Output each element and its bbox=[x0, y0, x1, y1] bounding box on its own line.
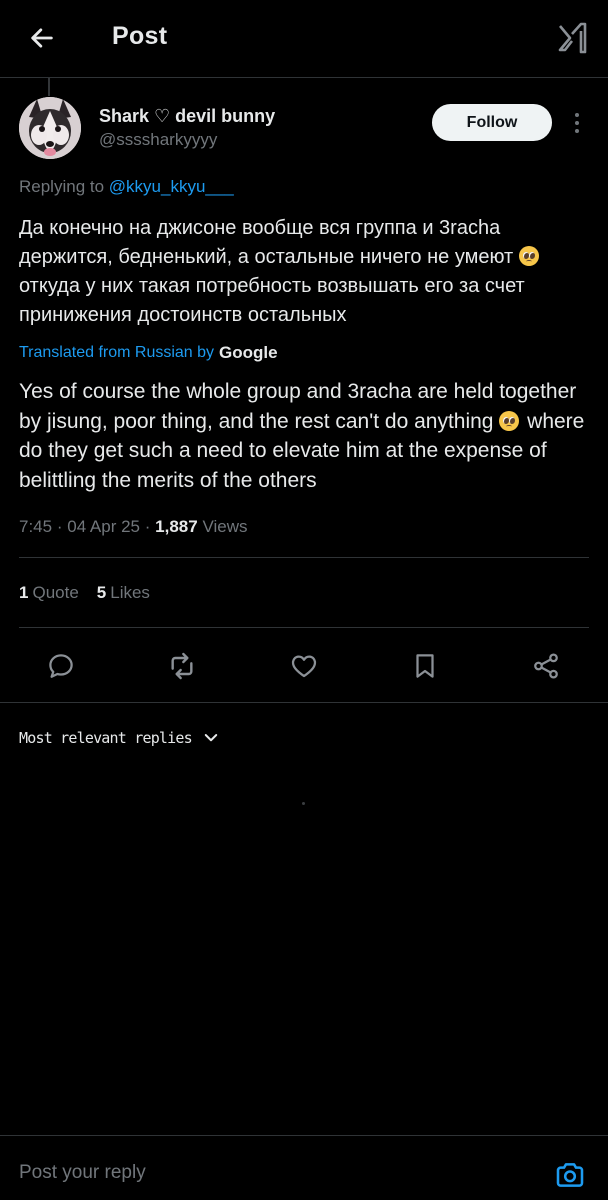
replying-label: Replying to bbox=[19, 177, 109, 196]
back-button[interactable] bbox=[22, 18, 62, 58]
likes-label: Likes bbox=[110, 583, 150, 602]
post-meta: 7:45 · 04 Apr 25 · 1,887 Views bbox=[19, 517, 247, 537]
bookmark-button[interactable] bbox=[403, 644, 447, 688]
page-title: Post bbox=[112, 22, 168, 50]
views-label: Views bbox=[202, 517, 248, 536]
pleading-face-emoji-icon bbox=[499, 410, 520, 431]
more-dot-icon bbox=[575, 121, 579, 125]
reply-icon bbox=[49, 654, 73, 678]
like-button[interactable] bbox=[282, 644, 326, 688]
quotes-stat[interactable]: 1 Quote bbox=[19, 583, 79, 603]
post-text: Да конечно на джисоне вообще вся группа … bbox=[19, 214, 594, 330]
meta-separator: · bbox=[56, 517, 63, 536]
post-date: 04 Apr 25 bbox=[67, 517, 141, 536]
repost-icon bbox=[171, 652, 193, 680]
share-button[interactable] bbox=[524, 644, 568, 688]
reply-button[interactable] bbox=[39, 644, 83, 688]
avatar[interactable] bbox=[19, 97, 81, 159]
quotes-label: Quote bbox=[32, 583, 79, 602]
camera-icon bbox=[556, 1163, 584, 1187]
reply-sort-label: Most relevant replies bbox=[19, 729, 193, 747]
quotes-count: 1 bbox=[19, 583, 29, 602]
translated-label: Translated from Russian by bbox=[19, 344, 215, 361]
likes-count: 5 bbox=[96, 583, 107, 602]
husky-avatar-icon bbox=[19, 97, 81, 159]
bookmark-icon bbox=[416, 654, 434, 678]
divider bbox=[0, 702, 608, 703]
post-text-part2: откуда у них такая потребность возвышать… bbox=[19, 275, 525, 326]
reply-composer bbox=[0, 1135, 608, 1200]
translation-part1: Yes of course the whole group and 3racha… bbox=[19, 380, 577, 433]
post-stats: 1 Quote 5 Likes bbox=[19, 583, 150, 603]
author-handle[interactable]: @ssssharkyyyy bbox=[99, 130, 217, 150]
back-arrow-icon bbox=[31, 28, 53, 48]
meta-separator: · bbox=[144, 517, 151, 536]
more-dot-icon bbox=[575, 129, 579, 133]
camera-button[interactable] bbox=[552, 1158, 588, 1192]
share-icon bbox=[534, 653, 558, 679]
post-translation: Yes of course the whole group and 3racha… bbox=[19, 377, 599, 495]
post-time: 7:45 bbox=[19, 517, 53, 536]
replying-to: Replying to @kkyu_kkyu___ bbox=[19, 177, 234, 197]
thread-line bbox=[48, 78, 50, 96]
top-bar: Post bbox=[0, 0, 608, 78]
views-count[interactable]: 1,887 bbox=[155, 517, 198, 536]
more-options-button[interactable] bbox=[566, 110, 588, 136]
replying-mention-link[interactable]: @kkyu_kkyu___ bbox=[109, 177, 234, 196]
reply-input[interactable] bbox=[19, 1162, 519, 1184]
divider bbox=[19, 557, 589, 558]
chevron-down-icon bbox=[204, 734, 218, 742]
post-text-part1: Да конечно на джисоне вообще вся группа … bbox=[19, 217, 519, 268]
like-icon bbox=[291, 655, 317, 678]
author-display-name[interactable]: Shark ♡ devil bunny bbox=[99, 106, 275, 127]
pleading-face-emoji-icon bbox=[518, 246, 539, 266]
more-dot-icon bbox=[575, 113, 579, 117]
repost-button[interactable] bbox=[160, 644, 204, 688]
follow-button[interactable]: Follow bbox=[432, 104, 552, 141]
google-logo: Google bbox=[219, 343, 278, 362]
loading-indicator bbox=[302, 802, 305, 805]
likes-stat[interactable]: 5 Likes bbox=[97, 583, 150, 603]
reply-sort-dropdown[interactable]: Most relevant replies bbox=[19, 729, 220, 747]
grok-button[interactable] bbox=[552, 18, 592, 58]
translation-attribution[interactable]: Translated from Russian by Google bbox=[19, 343, 278, 363]
grok-icon bbox=[558, 22, 587, 54]
divider bbox=[19, 627, 589, 628]
action-bar bbox=[0, 644, 608, 688]
